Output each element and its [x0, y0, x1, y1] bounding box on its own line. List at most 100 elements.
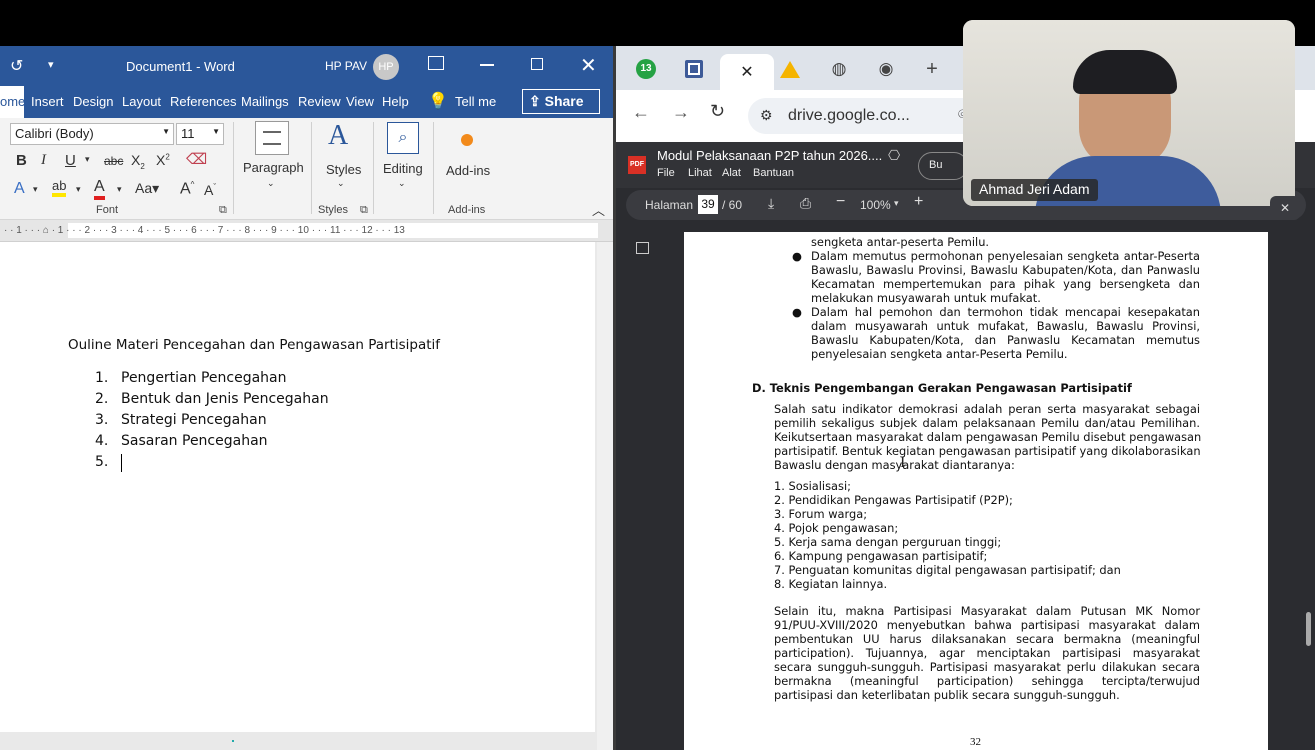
list-number: 1. — [95, 370, 109, 386]
styles-button[interactable]: Styles — [326, 162, 361, 177]
paragraph-button[interactable]: Paragraph — [243, 160, 304, 175]
subscript-button[interactable]: X2 — [131, 152, 145, 171]
italic-button[interactable]: I — [41, 152, 46, 169]
pdf-menu-file[interactable]: File — [657, 167, 675, 179]
list-number: 5. — [95, 454, 109, 470]
section-heading: D. Teknis Pengembangan Gerakan Pengawasa… — [752, 381, 1132, 395]
chevron-down-icon[interactable]: ⌄ — [398, 178, 406, 189]
paragraph-icon[interactable] — [255, 121, 289, 155]
close-icon[interactable]: ✕ — [1270, 196, 1300, 220]
minimize-icon[interactable] — [480, 64, 494, 66]
pdf-line: participation). Tujuannya, agar mencipta… — [774, 646, 1200, 660]
tab-globe[interactable]: ◍ — [819, 54, 859, 84]
vertical-scrollbar[interactable] — [597, 242, 613, 750]
add-shortcut-icon[interactable]: ⎔ — [888, 147, 900, 164]
pdf-menu-alat[interactable]: Alat — [722, 167, 741, 179]
bold-button[interactable]: B — [16, 152, 27, 169]
close-icon[interactable]: ✕ — [580, 53, 597, 78]
page-total: / 60 — [722, 198, 743, 212]
tab-forms[interactable] — [674, 54, 714, 84]
pdf-line: sengketa antar-peserta Pemilu. — [811, 235, 990, 249]
chevron-down-icon[interactable]: ▾ — [33, 184, 38, 195]
collapse-ribbon-icon[interactable]: ︿ — [592, 200, 605, 219]
forward-icon[interactable]: → — [672, 102, 690, 123]
search-icon[interactable]: ⌕ — [387, 122, 419, 154]
divider — [373, 122, 374, 214]
styles-icon[interactable]: A — [328, 120, 348, 152]
editing-button[interactable]: Editing — [383, 161, 423, 176]
grow-font-icon[interactable]: A^ — [180, 180, 194, 198]
tell-me-search[interactable]: Tell me — [455, 94, 496, 109]
reload-icon[interactable]: ↻ — [710, 101, 725, 122]
tab-mailings[interactable]: Mailings — [241, 94, 289, 109]
tab-chrome[interactable]: ◉ — [866, 54, 906, 84]
tab-help[interactable]: Help — [382, 94, 409, 109]
maximize-icon[interactable] — [531, 58, 543, 70]
document-title: Document1 - Word — [126, 59, 235, 74]
tab-home[interactable]: ome — [0, 94, 25, 109]
tab-active[interactable]: ✕ — [720, 54, 774, 90]
globe-icon: ◍ — [831, 59, 847, 78]
pdf-menu-bantuan[interactable]: Bantuan — [753, 167, 794, 179]
pdf-page[interactable]: sengketa antar-peserta Pemilu. ● Dalam m… — [684, 232, 1268, 750]
text-effects-icon[interactable]: A — [14, 180, 25, 198]
tab-layout[interactable]: Layout — [122, 94, 161, 109]
print-icon[interactable]: ⎙ — [800, 195, 811, 212]
addins-button[interactable]: Add-ins — [446, 163, 490, 178]
autosave-icon[interactable]: ↺ — [10, 56, 23, 76]
tab-view[interactable]: View — [346, 94, 374, 109]
chevron-down-icon[interactable]: ▾ — [117, 184, 122, 195]
change-case-icon[interactable]: Aa▾ — [135, 180, 159, 197]
shrink-font-icon[interactable]: Aˇ — [204, 182, 216, 198]
pdf-menu-lihat[interactable]: Lihat — [688, 167, 712, 179]
new-tab-button[interactable]: + — [912, 54, 952, 84]
font-size-select[interactable]: 11 ▼ — [176, 123, 224, 145]
chevron-down-icon[interactable]: ⌄ — [337, 178, 345, 189]
underline-button[interactable]: U — [65, 152, 76, 169]
clear-formatting-icon[interactable]: ⌫ — [186, 150, 207, 168]
pdf-line: Bawaslu, Bawaslu Provinsi, Bawaslu Kabup… — [811, 263, 1200, 277]
quick-access-dropdown-icon[interactable]: ▾ — [48, 58, 54, 71]
site-info-icon[interactable]: ⚙ — [760, 107, 773, 124]
tab-references[interactable]: References — [170, 94, 236, 109]
close-tab-icon[interactable]: ✕ — [740, 62, 753, 82]
addins-icon[interactable] — [461, 134, 473, 146]
pdf-scrollbar-thumb[interactable] — [1306, 612, 1311, 646]
pdf-line: secara sungguh-sungguh. Partisipasi masy… — [774, 660, 1200, 674]
chevron-down-icon[interactable]: ▾ — [894, 198, 899, 209]
thumbnails-icon[interactable] — [636, 242, 649, 254]
tab-design[interactable]: Design — [73, 94, 113, 109]
tab-whatsapp[interactable]: 13 — [626, 54, 666, 84]
open-with-button[interactable]: Bu — [918, 152, 968, 180]
superscript-button[interactable]: X2 — [156, 152, 170, 168]
dialog-launcher-icon[interactable]: ⧉ — [360, 204, 368, 217]
strikethrough-button[interactable]: abc — [104, 154, 123, 168]
font-color-icon[interactable]: A — [94, 178, 105, 200]
avatar[interactable]: HP — [373, 54, 399, 80]
tab-insert[interactable]: Insert — [31, 94, 64, 109]
pdf-viewer: PDF Modul Pelaksanaan P2P tahun 2026....… — [616, 142, 1315, 750]
document-page[interactable]: Ouline Materi Pencegahan dan Pengawasan … — [0, 242, 595, 742]
tab-drive[interactable] — [770, 54, 810, 84]
bullet: ● — [792, 305, 802, 319]
dialog-launcher-icon[interactable]: ⧉ — [219, 204, 227, 217]
ribbon-display-icon[interactable] — [428, 56, 444, 70]
zoom-in-icon[interactable]: + — [914, 193, 923, 211]
font-name-value: Calibri (Body) — [15, 126, 94, 141]
font-name-select[interactable]: Calibri (Body) ▼ — [10, 123, 174, 145]
share-button[interactable]: ⇪ Share ⌄ — [522, 89, 600, 126]
page-input[interactable]: 39 — [698, 195, 718, 214]
horizontal-ruler[interactable]: · · 1 · · · ⌂ · 1 · · · 2 · · · 3 · · · … — [0, 220, 615, 242]
omnibox[interactable]: ⚙ drive.google.co... ⌾ — [748, 98, 988, 134]
download-icon[interactable]: ⤓ — [768, 195, 774, 212]
chevron-down-icon[interactable]: ▾ — [76, 184, 81, 195]
zoom-out-icon[interactable]: − — [836, 193, 845, 211]
highlight-icon[interactable]: ab — [52, 178, 67, 197]
tab-review[interactable]: Review — [298, 94, 341, 109]
person-hair — [1073, 50, 1177, 94]
chevron-down-icon[interactable]: ▾ — [85, 154, 90, 165]
word-window: ↺ ▾ Document1 - Word HP PAV HP ✕ ome Ins… — [0, 46, 615, 750]
back-icon[interactable]: ← — [632, 102, 650, 123]
zoom-value[interactable]: 100% — [860, 198, 891, 212]
chevron-down-icon[interactable]: ⌄ — [267, 178, 275, 189]
